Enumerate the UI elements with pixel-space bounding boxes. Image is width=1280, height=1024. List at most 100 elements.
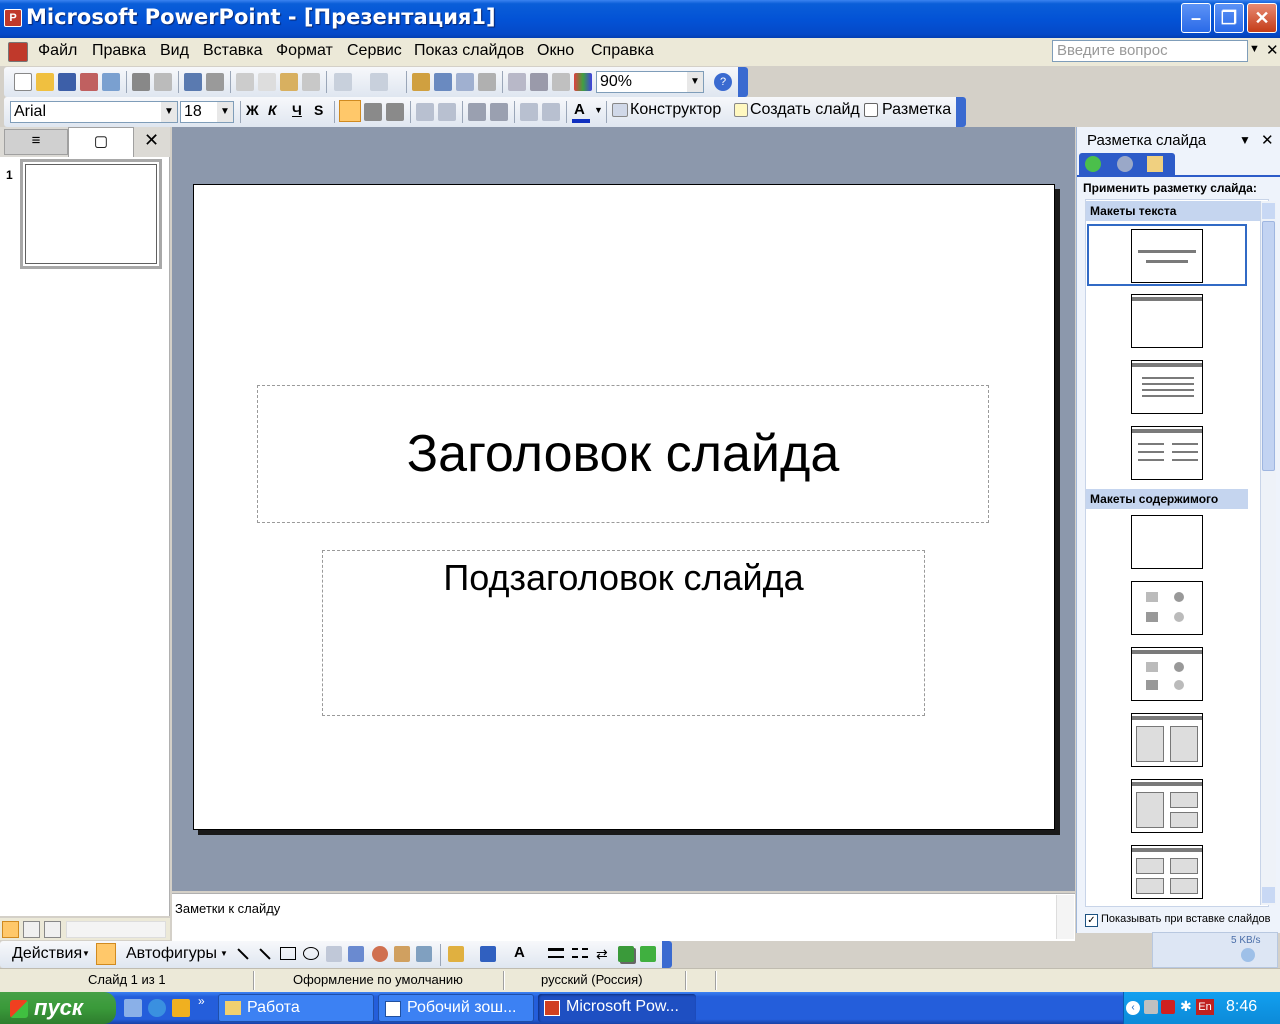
format-painter-icon[interactable]: [302, 73, 320, 91]
autoshapes-menu[interactable]: Автофигуры: [126, 945, 217, 963]
line-color-icon[interactable]: [480, 946, 496, 962]
show-grid-icon[interactable]: [552, 73, 570, 91]
title-bar[interactable]: P Microsoft PowerPoint - [Презентация1] …: [0, 0, 1280, 38]
shadow-button[interactable]: S: [314, 102, 323, 118]
menu-insert[interactable]: Вставка: [203, 42, 262, 60]
permission-icon[interactable]: [80, 73, 98, 91]
normal-view-icon[interactable]: [2, 921, 19, 938]
bold-button[interactable]: Ж: [246, 102, 259, 118]
decrease-indent-icon[interactable]: [520, 103, 538, 121]
home-icon[interactable]: [1147, 156, 1163, 172]
layout-two-content[interactable]: [1131, 713, 1203, 767]
cut-icon[interactable]: [236, 73, 254, 91]
layout-content-and-two[interactable]: [1131, 779, 1203, 833]
bluetooth-icon[interactable]: ✱: [1180, 998, 1192, 1015]
scroll-down-icon[interactable]: [1262, 887, 1275, 903]
layout-button[interactable]: Разметка: [882, 101, 951, 119]
save-icon[interactable]: [58, 73, 76, 91]
tab-outline[interactable]: ≡: [4, 129, 68, 155]
menu-edit[interactable]: Правка: [92, 42, 146, 60]
menu-format[interactable]: Формат: [276, 42, 333, 60]
show-hidden-icons-icon[interactable]: ‹: [1126, 1001, 1140, 1015]
select-pointer-icon[interactable]: [96, 943, 116, 965]
designer-button[interactable]: Конструктор: [630, 101, 721, 119]
designer-icon[interactable]: [612, 103, 628, 117]
oval-icon[interactable]: [303, 947, 319, 960]
menu-view[interactable]: Вид: [160, 42, 189, 60]
chevron-down-icon[interactable]: ▼: [687, 72, 703, 92]
layout-two-column-text[interactable]: [1131, 426, 1203, 480]
desktop-icon[interactable]: [124, 999, 142, 1017]
rectangle-icon[interactable]: [280, 947, 296, 960]
notes-scrollbar[interactable]: [1056, 895, 1074, 939]
ask-question-input[interactable]: Введите вопрос: [1052, 40, 1248, 62]
forward-icon[interactable]: [1117, 156, 1133, 172]
textbox-icon[interactable]: [326, 946, 342, 962]
dash-style-icon[interactable]: [572, 948, 588, 958]
arrow-style-icon[interactable]: ⇄: [596, 946, 608, 963]
line-icon[interactable]: [237, 948, 249, 960]
media-icon[interactable]: [172, 999, 190, 1017]
numbering-icon[interactable]: [416, 103, 434, 121]
decrease-font-icon[interactable]: [490, 103, 508, 121]
3d-style-icon[interactable]: [640, 946, 656, 962]
menu-slideshow[interactable]: Показ слайдов: [414, 42, 524, 60]
arrow-icon[interactable]: [259, 948, 271, 960]
close-icon[interactable]: ✕: [1261, 131, 1274, 149]
print-icon[interactable]: [132, 73, 150, 91]
layout-title-text[interactable]: [1131, 360, 1203, 414]
layout-title-only[interactable]: [1131, 294, 1203, 348]
toolbar-options-icon[interactable]: [738, 67, 748, 97]
back-icon[interactable]: [1085, 156, 1101, 172]
increase-font-icon[interactable]: [468, 103, 486, 121]
maximize-button[interactable]: ❐: [1214, 3, 1244, 33]
layout-title-slide-selected[interactable]: [1087, 224, 1247, 286]
align-right-icon[interactable]: [386, 103, 404, 121]
fill-color-icon[interactable]: [448, 946, 464, 962]
open-icon[interactable]: [36, 73, 54, 91]
close-icon[interactable]: ✕: [144, 130, 159, 151]
font-color-icon[interactable]: A: [514, 944, 525, 961]
document-icon[interactable]: [8, 42, 28, 62]
powerpoint-app-icon[interactable]: P: [4, 9, 22, 27]
layout-title-content[interactable]: [1131, 647, 1203, 701]
antivirus-icon[interactable]: [1161, 1000, 1175, 1014]
show-on-insert-checkbox[interactable]: ✓: [1085, 914, 1098, 927]
slideshow-icon[interactable]: [44, 921, 61, 938]
diagram-icon[interactable]: [372, 946, 388, 962]
font-color-button[interactable]: A ▼: [572, 101, 603, 123]
slide-canvas[interactable]: Заголовок слайда Подзаголовок слайда: [193, 184, 1055, 830]
color-grayscale-icon[interactable]: [574, 73, 592, 91]
font-combo[interactable]: Arial ▼: [10, 101, 178, 123]
horizontal-scrollbar[interactable]: [66, 921, 166, 938]
expand-all-icon[interactable]: [508, 73, 526, 91]
menu-file[interactable]: Файл: [38, 42, 77, 60]
zoom-combo[interactable]: 90% ▼: [596, 71, 704, 93]
start-button[interactable]: пуск: [0, 992, 116, 1024]
close-document-icon[interactable]: ✕: [1266, 41, 1279, 59]
align-left-icon[interactable]: [339, 100, 361, 122]
gallery-scrollbar[interactable]: [1260, 201, 1276, 905]
scroll-up-icon[interactable]: [1262, 203, 1275, 219]
bullets-icon[interactable]: [438, 103, 456, 121]
toolbar-options-icon[interactable]: [956, 97, 966, 127]
layout-blank[interactable]: [1131, 515, 1203, 569]
layout-four-content[interactable]: [1131, 845, 1203, 899]
insert-hyperlink-icon[interactable]: [478, 73, 496, 91]
undo-icon[interactable]: [334, 73, 352, 91]
align-center-icon[interactable]: [364, 103, 382, 121]
italic-button[interactable]: К: [268, 102, 277, 118]
network-tray-icon[interactable]: [1144, 1000, 1158, 1014]
new-icon[interactable]: [14, 73, 32, 91]
layout-content[interactable]: [1131, 581, 1203, 635]
tab-slides[interactable]: ▢: [68, 127, 134, 157]
spelling-icon[interactable]: [184, 73, 202, 91]
quicklaunch-more-icon[interactable]: »: [198, 994, 205, 1008]
clock[interactable]: 8:46: [1226, 998, 1257, 1016]
menu-tools[interactable]: Сервис: [347, 42, 402, 60]
show-formatting-icon[interactable]: [530, 73, 548, 91]
chevron-down-icon[interactable]: ▼: [217, 102, 233, 122]
insert-table-icon[interactable]: [434, 73, 452, 91]
taskbar-button-word[interactable]: Робочий зош...: [378, 994, 534, 1022]
clipart-icon[interactable]: [394, 946, 410, 962]
